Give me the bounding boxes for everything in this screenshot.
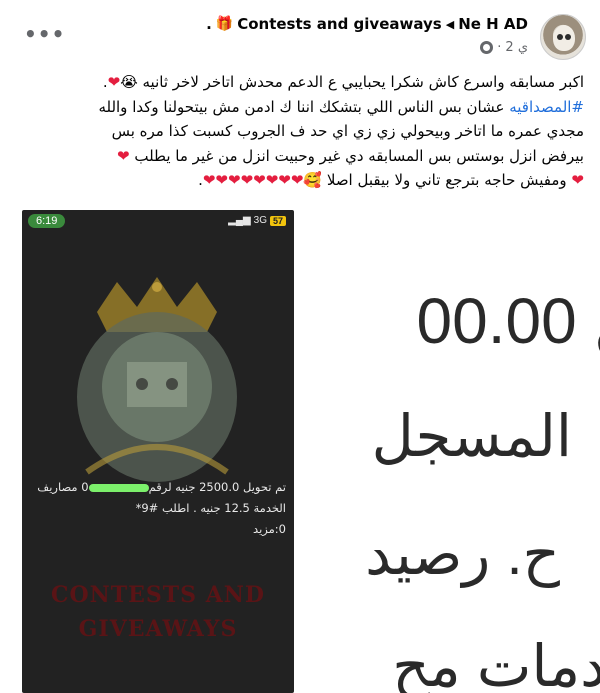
author-avatar[interactable] bbox=[540, 14, 586, 60]
post-image-right[interactable]: لغ 00.00 المسجل ح. رصيد دمات مح bbox=[302, 202, 600, 693]
battery-level: 57 bbox=[269, 215, 286, 226]
sms-segment: تم تحويل 2500.0 جنيه لرقم bbox=[148, 480, 286, 494]
status-icons: ▂▄▆ 3G 57 bbox=[228, 215, 286, 226]
crowned-mascot-illustration bbox=[77, 277, 237, 482]
sms-line: الخدمة 12.5 جنيه . اطلب #9* bbox=[135, 501, 286, 515]
separator-dot: · bbox=[497, 40, 502, 55]
post-image-left[interactable]: 6:19 ▂▄▆ 3G 57 تم تحويل 2500.0 جنيه لرقم… bbox=[0, 202, 298, 693]
zoomed-text-line: دمات مح bbox=[392, 634, 600, 693]
smiling-hearts-emoji: 🥰 bbox=[303, 171, 323, 189]
post-text-line: اكبر مسابقه واسرع كاش شكرا يحبايبي ع الد… bbox=[102, 73, 584, 91]
post-header: . 🎁 Contests and giveaways ◀ Ne H AD · 2… bbox=[0, 0, 600, 68]
watermark: CONTESTS AND GIVEAWAYS bbox=[22, 578, 294, 646]
more-options-icon[interactable]: ••• bbox=[24, 22, 65, 46]
owl-eye bbox=[565, 34, 571, 40]
sms-segment: 0 bbox=[81, 480, 89, 494]
post-text-line: ❤ ومفيش حاجه بترجع تاني ولا بيقبل اصلا 🥰… bbox=[16, 168, 584, 193]
text-segment: بيرفض انزل بوستس بس المسابقه دي غير وحبي… bbox=[134, 146, 584, 165]
status-bar: 6:19 ▂▄▆ 3G 57 bbox=[22, 210, 294, 234]
zoomed-text-line: ح. رصيد bbox=[365, 522, 560, 587]
sms-line: 0:مزيد bbox=[253, 522, 286, 536]
post-time-link[interactable]: 2 ي bbox=[505, 40, 528, 55]
post-text: اكبر مسابقه واسرع كاش شكرا يحبايبي ع الد… bbox=[16, 70, 584, 193]
gift-icon: 🎁 bbox=[215, 16, 234, 32]
watermark-line: CONTESTS AND bbox=[51, 582, 265, 608]
transfer-sms-text: تم تحويل 2500.0 جنيه لرقم 0 مصاريف الخدمة… bbox=[28, 477, 286, 540]
hearts-row: ❤❤❤❤❤❤❤❤ bbox=[202, 171, 304, 189]
status-time: 6:19 bbox=[28, 214, 66, 228]
heart-icon: ❤ bbox=[571, 171, 584, 189]
sms-line: تم تحويل 2500.0 جنيه لرقم 0 مصاريف bbox=[28, 477, 286, 498]
group-name-link[interactable]: Contests and giveaways bbox=[237, 15, 442, 33]
facebook-post: . 🎁 Contests and giveaways ◀ Ne H AD · 2… bbox=[0, 0, 600, 693]
redacted-number bbox=[88, 483, 149, 492]
heart-icon: ❤ bbox=[107, 73, 121, 91]
zoomed-text-line: المسجل bbox=[371, 404, 572, 469]
author-name-link[interactable]: Ne H AD bbox=[458, 15, 528, 33]
network-type: 3G bbox=[253, 215, 267, 226]
post-text-line: مجدي عمره ما اتاخر وبيحولي زي زي اي حد ف… bbox=[111, 122, 584, 140]
caret-right-icon: ◀ bbox=[445, 17, 455, 31]
globe-icon[interactable] bbox=[480, 41, 494, 54]
hashtag-link[interactable]: #المصداقيه bbox=[509, 98, 584, 116]
heart-icon: ❤ bbox=[117, 146, 130, 165]
post-title-line: . 🎁 Contests and giveaways ◀ Ne H AD bbox=[206, 15, 528, 33]
sms-segment: مصاريف bbox=[37, 480, 82, 494]
crying-emoji: 😭 bbox=[120, 73, 138, 91]
post-text-line: #المصداقيه عشان بس الناس اللي بتشكك اننا… bbox=[16, 95, 584, 120]
watermark-line: GIVEAWAYS bbox=[78, 616, 238, 642]
owl-eye bbox=[557, 34, 563, 40]
post-text-line: بيرفض انزل بوستس بس المسابقه دي غير وحبي… bbox=[16, 144, 584, 169]
zoomed-text-line: لغ 00.00 bbox=[416, 285, 600, 357]
trailing-dot: . bbox=[206, 15, 212, 33]
text-segment: عشان بس الناس اللي بتشكك اننا ك ادمن مش … bbox=[98, 97, 510, 116]
text-segment: اكبر مسابقه واسرع كاش شكرا يحبايبي ع الد… bbox=[142, 73, 584, 91]
phone-screenshot: 6:19 ▂▄▆ 3G 57 تم تحويل 2500.0 جنيه لرقم… bbox=[22, 210, 294, 693]
signal-icon: ▂▄▆ bbox=[228, 215, 251, 226]
text-segment: ومفيش حاجه بترجع تاني ولا بيقبل اصلا bbox=[326, 171, 567, 189]
post-meta: · 2 ي bbox=[480, 40, 528, 55]
